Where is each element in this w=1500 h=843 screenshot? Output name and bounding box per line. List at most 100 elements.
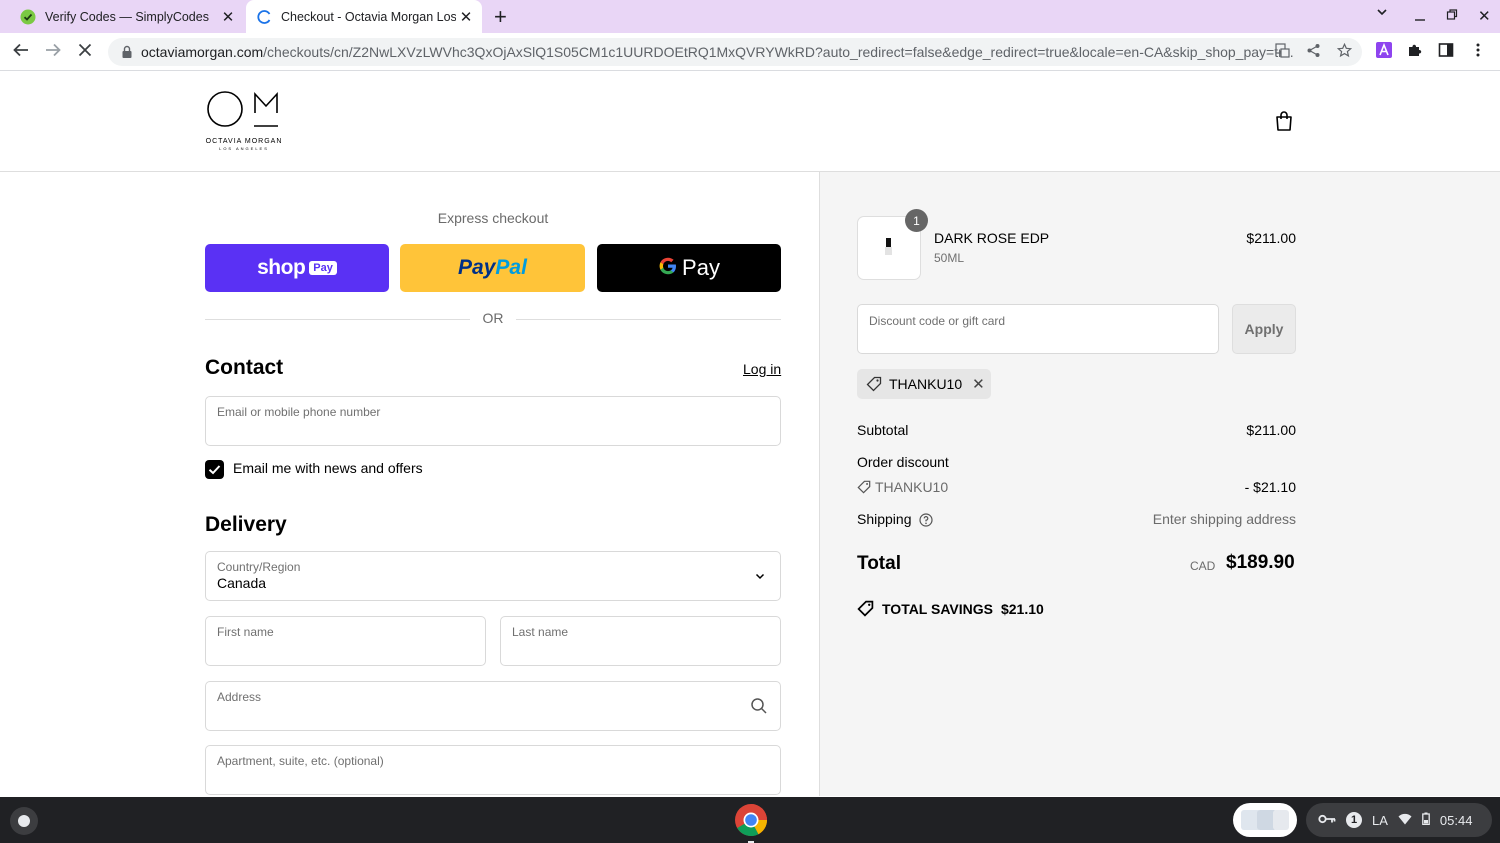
tab-search-chevron-icon[interactable] xyxy=(1376,6,1388,21)
address-field[interactable]: Address xyxy=(205,681,781,731)
last-name-field[interactable]: Last name xyxy=(500,616,781,666)
restore-icon[interactable] xyxy=(1446,7,1458,27)
last-name-placeholder: Last name xyxy=(512,625,569,639)
total-savings-label: TOTAL SAVINGS xyxy=(882,600,993,617)
browser-toolbar: octaviamorgan.com /checkouts/cn/Z2NwLXVz… xyxy=(0,33,1500,71)
back-arrow-icon[interactable] xyxy=(12,41,30,64)
discount-code-placeholder: Discount code or gift card xyxy=(869,314,1006,328)
country-select[interactable]: Country/Region Canada xyxy=(205,551,781,601)
or-separator: OR xyxy=(482,310,504,326)
total-savings-value: $21.10 xyxy=(1000,600,1044,617)
new-tab-icon[interactable]: + xyxy=(494,4,507,30)
subtotal-row: Subtotal $211.00 xyxy=(857,422,1296,438)
paypal-wordmark-pay: Pay xyxy=(458,256,496,279)
help-circle-icon[interactable] xyxy=(919,513,933,530)
order-discount-row: Order discount xyxy=(857,454,1296,470)
site-header: OCTAVIA MORGAN LOS ANGELES xyxy=(0,71,1500,172)
order-discount-label: Order discount xyxy=(857,454,949,470)
holding-space-pod[interactable] xyxy=(1233,803,1297,837)
email-field[interactable]: Email or mobile phone number xyxy=(205,396,781,446)
apartment-placeholder: Apartment, suite, etc. (optional) xyxy=(217,754,384,768)
quantity-badge: 1 xyxy=(905,209,928,232)
address-bar[interactable]: octaviamorgan.com /checkouts/cn/Z2NwLXVz… xyxy=(108,38,1362,66)
apply-discount-button[interactable]: Apply xyxy=(1232,304,1296,354)
total-savings-row: TOTAL SAVINGS $21.10 xyxy=(857,600,1044,617)
input-locale: LA xyxy=(1372,812,1388,828)
savings-tag-icon xyxy=(857,600,874,617)
news-checkbox[interactable] xyxy=(205,460,224,479)
product-variant: 50ML xyxy=(934,251,965,265)
discount-amount: - $21.10 xyxy=(1244,479,1296,495)
clock-time: 05:44 xyxy=(1439,812,1473,828)
paypal-button[interactable]: Pay Pal xyxy=(400,244,585,292)
minimize-icon[interactable] xyxy=(1414,7,1426,27)
side-panel-icon[interactable] xyxy=(1438,42,1454,63)
octavia-morgan-logo[interactable]: OCTAVIA MORGAN LOS ANGELES xyxy=(204,91,284,153)
bookmark-star-icon[interactable] xyxy=(1336,42,1353,62)
total-value: $189.90 xyxy=(1226,552,1295,573)
address-placeholder: Address xyxy=(217,690,262,704)
shipping-row: Shipping Enter shipping address xyxy=(857,511,1296,530)
discount-tag-icon xyxy=(857,480,871,497)
search-icon[interactable] xyxy=(750,697,768,715)
shop-pay-wordmark: shop xyxy=(257,256,306,279)
applied-discount-chip: THANKU10 ✕ xyxy=(857,369,991,399)
delivery-heading: Delivery xyxy=(205,513,287,536)
tag-icon xyxy=(866,376,882,392)
tab-simplycodes[interactable]: Verify Codes — SimplyCodes ✕ xyxy=(8,0,244,33)
logo-text: OCTAVIA MORGAN xyxy=(205,138,283,145)
login-link[interactable]: Log in xyxy=(743,361,781,377)
chevron-down-icon xyxy=(754,569,766,581)
contact-heading: Contact xyxy=(205,356,284,379)
wifi-icon xyxy=(1398,813,1412,828)
lock-icon[interactable] xyxy=(120,45,134,59)
first-name-field[interactable]: First name xyxy=(205,616,486,666)
google-g-icon xyxy=(658,256,678,281)
shopping-bag-icon[interactable] xyxy=(1272,109,1296,133)
chrome-app-icon[interactable] xyxy=(734,803,768,843)
share-icon[interactable] xyxy=(1306,43,1321,62)
tab-title: Verify Codes — SimplyCodes xyxy=(45,9,209,24)
google-pay-button[interactable]: Pay xyxy=(597,244,781,292)
os-shelf: 1 LA 05:44 xyxy=(0,797,1500,843)
url-path: /checkouts/cn/Z2NwLXVzLWVhc3QxOjAxSlQ1S0… xyxy=(263,44,1294,60)
applied-discount-code: THANKU10 xyxy=(889,376,963,392)
tab-title: Checkout - Octavia Morgan Los Angeles xyxy=(281,9,456,24)
tab-close-icon[interactable]: ✕ xyxy=(456,8,476,26)
kebab-menu-icon[interactable] xyxy=(1472,42,1484,63)
product-price: $211.00 xyxy=(1246,230,1296,246)
logo-subtext: LOS ANGELES xyxy=(219,146,269,151)
key-icon xyxy=(1318,813,1336,828)
system-tray[interactable]: 1 LA 05:44 xyxy=(1306,803,1492,837)
first-name-placeholder: First name xyxy=(217,625,274,639)
tab-checkout[interactable]: Checkout - Octavia Morgan Los Angeles ✕ xyxy=(246,0,482,33)
extensions-puzzle-icon[interactable] xyxy=(1407,42,1423,63)
discount-code-input[interactable]: Discount code or gift card xyxy=(857,304,1219,354)
url-host: octaviamorgan.com xyxy=(141,44,264,60)
forward-arrow-icon[interactable] xyxy=(44,41,62,64)
tab-close-icon[interactable]: ✕ xyxy=(218,8,238,26)
simplycodes-favicon-icon xyxy=(20,9,36,25)
total-currency: CAD xyxy=(1190,559,1216,573)
divider-left xyxy=(205,319,470,320)
country-label: Country/Region xyxy=(217,560,301,574)
country-value: Canada xyxy=(217,575,267,591)
news-checkbox-label[interactable]: Email me with news and offers xyxy=(233,460,423,476)
window-close-icon[interactable]: ✕ xyxy=(1478,7,1491,25)
shop-pay-tag: Pay xyxy=(309,261,337,275)
product-name: DARK ROSE EDP xyxy=(934,230,1050,246)
discount-detail-row: THANKU10 - $21.10 xyxy=(857,479,1296,497)
stop-loading-icon[interactable] xyxy=(76,41,94,64)
subtotal-label: Subtotal xyxy=(857,422,909,438)
apartment-field[interactable]: Apartment, suite, etc. (optional) xyxy=(205,745,781,795)
remove-discount-icon[interactable]: ✕ xyxy=(972,375,985,393)
shop-pay-button[interactable]: shop Pay xyxy=(205,244,389,292)
launcher-icon[interactable] xyxy=(10,807,38,835)
total-label: Total xyxy=(857,553,901,574)
translate-icon[interactable] xyxy=(1275,43,1290,62)
shipping-label: Shipping xyxy=(857,511,912,527)
email-field-placeholder: Email or mobile phone number xyxy=(217,405,381,419)
subtotal-value: $211.00 xyxy=(1246,422,1296,438)
extension-a-icon[interactable] xyxy=(1376,42,1392,63)
google-pay-label: Pay xyxy=(682,255,720,280)
